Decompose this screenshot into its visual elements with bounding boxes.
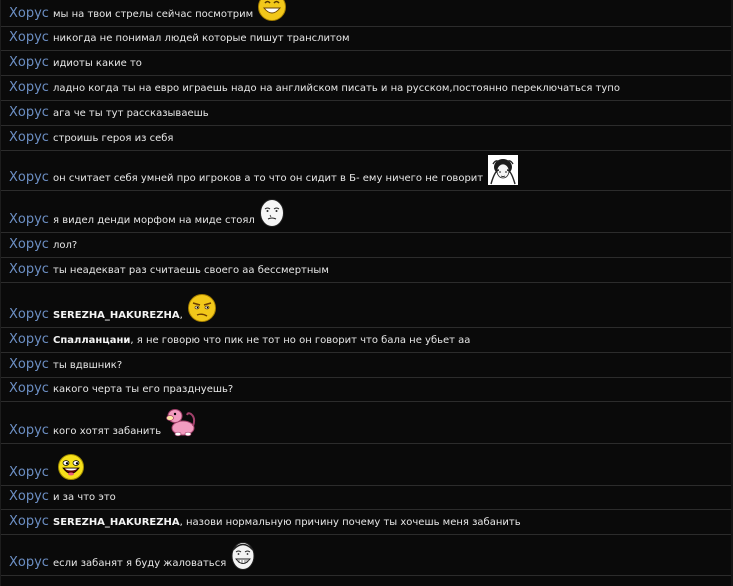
message-text: ладно когда ты на евро играешь надо на а… [53, 83, 620, 94]
message-text: строишь героя из себя [53, 133, 174, 144]
message-body: ты неадекват раз считаешь своего аа бесс… [53, 264, 329, 278]
message-author[interactable]: Хорус [9, 262, 49, 278]
chat-message: Хорус SEREZHA_HAKUREZHA, назови нормальну… [1, 510, 733, 535]
chat-message: Хорус если забанят я буду жаловаться [1, 535, 733, 576]
chat-message: Хорус SEREZHA_HAKUREZHA, [1, 283, 733, 328]
chat-message: Хорус он считает себя умней про игроков а… [1, 151, 733, 191]
message-text: лол? [53, 240, 78, 251]
message-text: кого хотят забанить [53, 426, 162, 437]
message-text: мы на твои стрелы сейчас посмотрим [53, 9, 254, 20]
message-author[interactable]: Хорус [9, 514, 49, 530]
chat-log: Хорус мы на твои стрелы сейчас посмотрим Х… [0, 0, 733, 586]
message-body: кого хотят забанить [53, 405, 197, 439]
message-body: если забанят я буду жаловаться [53, 541, 256, 571]
message-text: , назови нормальную причину почему ты хо… [179, 517, 521, 528]
okay-face-meme-icon [259, 198, 285, 228]
chat-message: Хорус [1, 444, 733, 486]
message-author[interactable]: Хорус [9, 30, 49, 46]
message-body: какого черта ты его празднуешь? [53, 383, 233, 397]
message-body: SEREZHA_HAKUREZHA, [53, 293, 217, 323]
chat-message: Хорус ага че ты тут рассказываешь [1, 101, 733, 126]
message-author[interactable]: Хорус [9, 357, 49, 373]
message-author[interactable]: Хорус [9, 465, 49, 481]
message-author[interactable]: Хорус [9, 170, 49, 186]
message-author[interactable]: Хорус [9, 80, 49, 96]
message-author[interactable]: Хорус [9, 105, 49, 121]
message-body: ага че ты тут рассказываешь [53, 107, 209, 121]
message-author[interactable]: Хорус [9, 555, 49, 571]
message-body: я видел денди морфом на миде стоял [53, 198, 285, 228]
message-author[interactable]: Хорус [9, 332, 49, 348]
message-author[interactable]: Хорус [9, 307, 49, 323]
message-text: никогда не понимал людей которые пишут т… [53, 33, 350, 44]
message-body: и за что это [53, 491, 116, 505]
message-text: ты вдвшник? [53, 360, 123, 371]
message-text: какого черта ты его празднуешь? [53, 384, 234, 395]
mentioned-user[interactable]: SEREZHA_HAKUREZHA [53, 517, 180, 528]
message-body: ладно когда ты на евро играешь надо на а… [53, 82, 620, 96]
message-author[interactable]: Хорус [9, 381, 49, 397]
suspicious-smiley-icon [187, 293, 217, 323]
message-text: идиоты какие то [53, 58, 142, 69]
message-body [53, 453, 85, 481]
message-body: идиоты какие то [53, 57, 142, 71]
chat-message: Хорус Спалланцани, я не говорю что пик не… [1, 328, 733, 353]
chat-message: Хорус мы на твои стрелы сейчас посмотрим [1, 0, 733, 27]
message-text: ага че ты тут рассказываешь [53, 108, 209, 119]
message-text: , я не говорю что пик не тот но он говор… [130, 335, 471, 346]
chat-message: Хорус идиоты какие то [1, 51, 733, 76]
message-text: он считает себя умней про игроков а то ч… [53, 173, 484, 184]
message-body: никогда не понимал людей которые пишут т… [53, 32, 350, 46]
message-author[interactable]: Хорус [9, 237, 49, 253]
message-text: ты неадекват раз считаешь своего аа бесс… [53, 265, 329, 276]
chat-message: Хорус и за что это [1, 486, 733, 510]
chat-message: Хорус никогда не понимал людей которые пи… [1, 27, 733, 51]
chat-message: Хорус лол? [1, 233, 733, 258]
message-author[interactable]: Хорус [9, 212, 49, 228]
message-author[interactable]: Хорус [9, 6, 49, 22]
mentioned-user[interactable]: Спалланцани [53, 335, 130, 346]
message-author[interactable]: Хорус [9, 130, 49, 146]
chat-message: Хорус строишь героя из себя [1, 126, 733, 151]
chat-message: Хорус я видел денди морфом на миде стоял [1, 191, 733, 233]
laughing-smiley-icon [257, 0, 287, 22]
message-body: он считает себя умней про игроков а то ч… [53, 154, 519, 186]
message-text: и за что это [53, 492, 116, 503]
yao-ming-meme-icon [230, 541, 256, 571]
chat-message: Хорус ты неадекват раз считаешь своего аа… [1, 258, 733, 283]
chat-message: Хорус ты вдвшник? [1, 353, 733, 378]
message-author[interactable]: Хорус [9, 489, 49, 505]
message-text: , [179, 310, 183, 321]
chat-message: Хорус ладно когда ты на евро играешь надо… [1, 76, 733, 101]
message-body: ты вдвшник? [53, 359, 122, 373]
message-author[interactable]: Хорус [9, 423, 49, 439]
message-body: мы на твои стрелы сейчас посмотрим [53, 0, 287, 22]
chat-message: Хорус кого хотят забанить [1, 402, 733, 444]
message-body: строишь героя из себя [53, 132, 173, 146]
message-body: SEREZHA_HAKUREZHA, назови нормальную при… [53, 516, 521, 530]
facepalm-meme-icon [487, 154, 519, 186]
message-text: если забанят я буду жаловаться [53, 558, 227, 569]
awesome-face-smiley-icon [57, 453, 85, 481]
slowpoke-icon [165, 405, 197, 439]
message-body: Спалланцани, я не говорю что пик не тот … [53, 334, 470, 348]
message-text: я видел денди морфом на миде стоял [53, 215, 255, 226]
mentioned-user[interactable]: SEREZHA_HAKUREZHA [53, 310, 180, 321]
message-body: лол? [53, 239, 77, 253]
message-author[interactable]: Хорус [9, 55, 49, 71]
chat-message: Хорус какого черта ты его празднуешь? [1, 378, 733, 402]
